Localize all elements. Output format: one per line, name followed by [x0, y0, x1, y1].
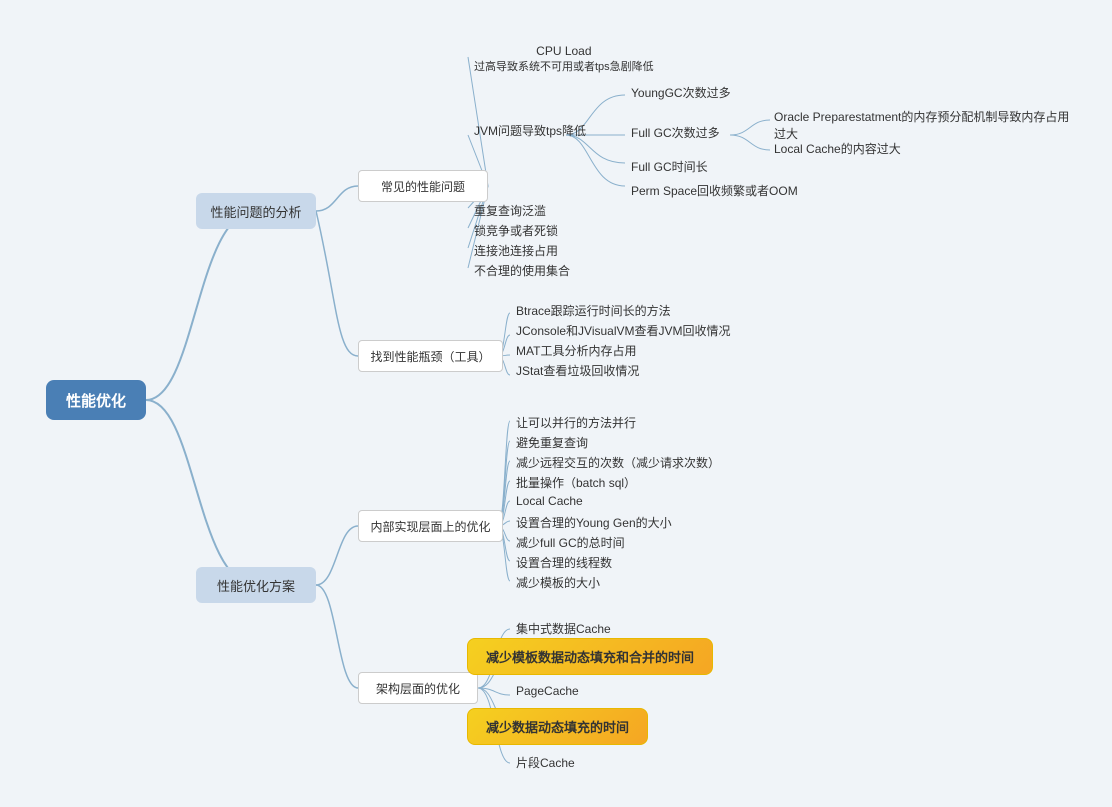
node-distributed-cache: 集中式数据Cache: [510, 618, 617, 639]
node-internal-label: 内部实现层面上的优化: [370, 518, 490, 535]
node-younggc-label: YoungGC次数过多: [631, 84, 731, 101]
node-reduce-tpl-time-label: 减少模板数据动态填充和合并的时间: [486, 647, 694, 666]
node-tools: 找到性能瓶颈（工具）: [358, 340, 503, 372]
node-common-label: 常见的性能问题: [381, 178, 465, 195]
node-localcache-content: Local Cache的内容过大: [768, 138, 907, 159]
node-avoid-repeat: 避免重复查询: [510, 432, 594, 453]
node-reduce-data-fill-label: 减少数据动态填充的时间: [486, 717, 629, 736]
node-mat: MAT工具分析内存占用: [510, 340, 642, 361]
node-parallel: 让可以并行的方法并行: [510, 412, 642, 433]
node-page-cache: PageCache: [510, 682, 585, 700]
node-cpu: CPU Load过高导致系统不可用或者tps急剧降低: [468, 42, 660, 76]
node-reduce-tpl-time: 减少模板数据动态填充和合并的时间: [467, 638, 713, 675]
node-arch-label: 架构层面的优化: [376, 680, 460, 697]
node-repeat-query-label: 重复查询泛滥: [474, 202, 546, 219]
node-repeat-query: 重复查询泛滥: [468, 200, 552, 221]
node-reduce-tpl-label: 减少模板的大小: [516, 574, 600, 591]
node-young-gen: 设置合理的Young Gen的大小: [510, 512, 678, 533]
node-fullgc-time-label: Full GC时间长: [631, 158, 708, 175]
node-tools-label: 找到性能瓶颈（工具）: [370, 348, 490, 365]
node-parallel-label: 让可以并行的方法并行: [516, 414, 636, 431]
node-lock: 锁竞争或者死锁: [468, 220, 564, 241]
root-node: 性能优化: [46, 380, 146, 420]
node-lock-label: 锁竞争或者死锁: [474, 222, 558, 239]
mindmap-container: 性能优化 性能问题的分析 性能优化方案 常见的性能问题 找到性能瓶颈（工具） 内…: [0, 0, 1112, 807]
node-fullgc-time: Full GC时间长: [625, 156, 714, 177]
node-reduce-remote-label: 减少远程交互的次数（减少请求次数）: [516, 454, 720, 471]
node-jstat: JStat查看垃圾回收情况: [510, 360, 645, 381]
node-younggc: YoungGC次数过多: [625, 82, 737, 103]
node-btrace-label: Btrace跟踪运行时间长的方法: [516, 302, 671, 319]
node-jconsole-label: JConsole和JVisualVM查看JVM回收情况: [516, 322, 731, 339]
node-cpu-label: CPU Load过高导致系统不可用或者tps急剧降低: [474, 44, 654, 74]
node-mat-label: MAT工具分析内存占用: [516, 342, 636, 359]
node-reduce-fullgc-label: 减少full GC的总时间: [516, 534, 625, 551]
node-localcache-content-label: Local Cache的内容过大: [774, 140, 901, 157]
node-improper-label: 不合理的使用集合: [474, 262, 570, 279]
node-fragment-cache: 片段Cache: [510, 752, 581, 773]
node-jvm-label: JVM问题导致tps降低: [474, 122, 586, 139]
node-reduce-tpl: 减少模板的大小: [510, 572, 606, 593]
node-fragment-cache-label: 片段Cache: [516, 754, 575, 771]
node-permspace-label: Perm Space回收频繁或者OOM: [631, 182, 798, 199]
node-avoid-repeat-label: 避免重复查询: [516, 434, 588, 451]
node-fullgc-count: Full GC次数过多: [625, 122, 726, 143]
node-internal: 内部实现层面上的优化: [358, 510, 503, 542]
node-local-cache: Local Cache: [510, 492, 589, 510]
root-label: 性能优化: [66, 390, 126, 411]
level1-solution-label: 性能优化方案: [217, 576, 295, 595]
node-reduce-fullgc: 减少full GC的总时间: [510, 532, 631, 553]
node-batch: 批量操作（batch sql）: [510, 472, 642, 493]
node-improper: 不合理的使用集合: [468, 260, 576, 281]
node-arch: 架构层面的优化: [358, 672, 478, 704]
node-common: 常见的性能问题: [358, 170, 488, 202]
node-jstat-label: JStat查看垃圾回收情况: [516, 362, 639, 379]
level1-analysis: 性能问题的分析: [196, 193, 316, 229]
node-batch-label: 批量操作（batch sql）: [516, 474, 636, 491]
node-permspace: Perm Space回收频繁或者OOM: [625, 180, 804, 201]
node-conn-pool: 连接池连接占用: [468, 240, 564, 261]
node-thread-count: 设置合理的线程数: [510, 552, 618, 573]
level1-solution: 性能优化方案: [196, 567, 316, 603]
node-page-cache-label: PageCache: [516, 684, 579, 698]
node-fullgc-count-label: Full GC次数过多: [631, 124, 720, 141]
node-btrace: Btrace跟踪运行时间长的方法: [510, 300, 677, 321]
node-young-gen-label: 设置合理的Young Gen的大小: [516, 514, 672, 531]
node-reduce-remote: 减少远程交互的次数（减少请求次数）: [510, 452, 726, 473]
node-local-cache-label: Local Cache: [516, 494, 583, 508]
node-oracle-label: Oracle Preparestatment的内存预分配机制导致内存占用过大: [774, 108, 1072, 142]
node-jvm: JVM问题导致tps降低: [468, 120, 592, 141]
node-jconsole: JConsole和JVisualVM查看JVM回收情况: [510, 320, 737, 341]
node-reduce-data-fill: 减少数据动态填充的时间: [467, 708, 648, 745]
level1-analysis-label: 性能问题的分析: [210, 202, 301, 221]
node-conn-pool-label: 连接池连接占用: [474, 242, 558, 259]
node-thread-count-label: 设置合理的线程数: [516, 554, 612, 571]
node-distributed-cache-label: 集中式数据Cache: [516, 620, 611, 637]
